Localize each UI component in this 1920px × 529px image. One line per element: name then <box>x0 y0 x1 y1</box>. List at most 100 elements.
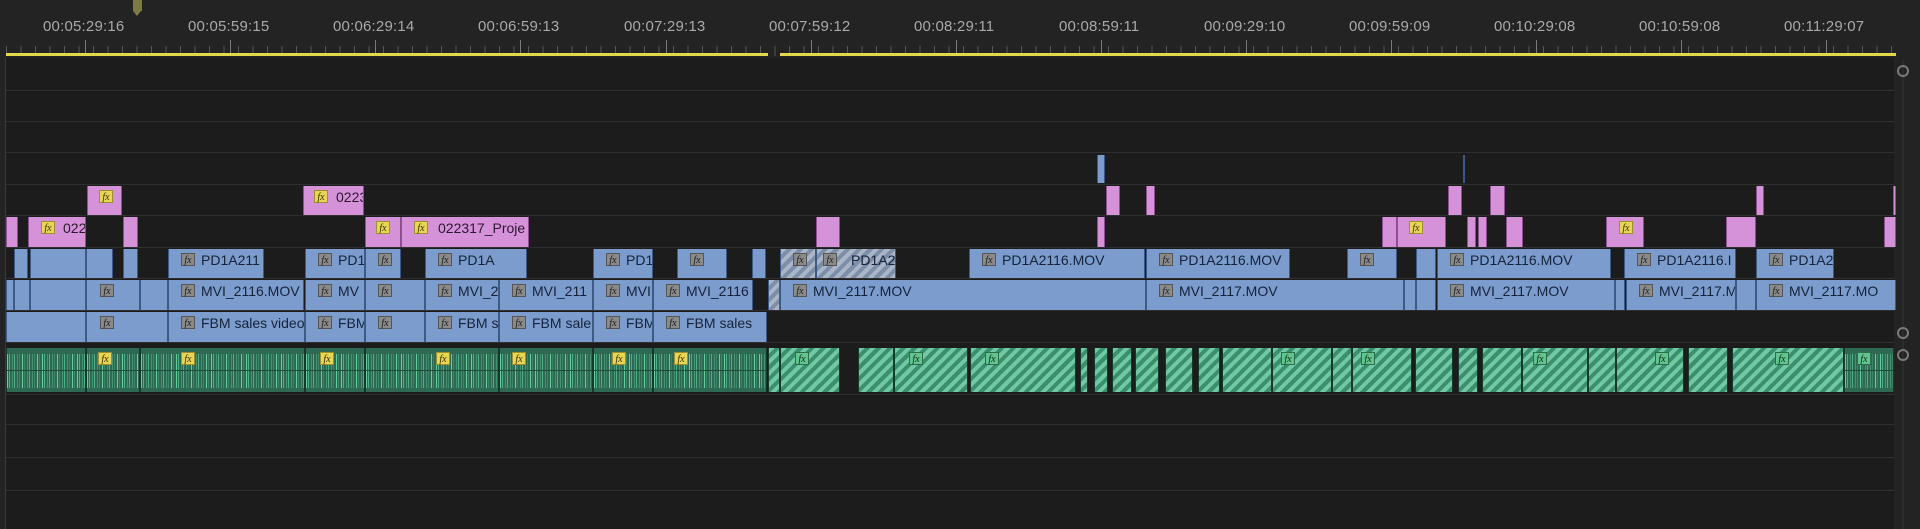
video-clip[interactable]: fx PD1A <box>425 249 527 278</box>
video-clip[interactable] <box>6 312 86 342</box>
adjustment-clip[interactable] <box>123 217 138 247</box>
audio-clip-offline[interactable] <box>1415 348 1453 392</box>
audio-clip-offline[interactable] <box>1222 348 1272 392</box>
audio-clip[interactable]: fx <box>1844 348 1894 392</box>
video-clip[interactable] <box>1736 280 1756 310</box>
video-clip[interactable]: fx FBM <box>593 312 653 342</box>
video-clip[interactable] <box>1615 280 1625 310</box>
adjustment-clip[interactable] <box>1467 217 1476 247</box>
video-clip[interactable]: fx MVI_2117.MOV <box>1437 280 1615 310</box>
video-clip[interactable]: fx <box>365 280 425 310</box>
adjustment-clip[interactable]: fx 0223 <box>303 186 364 215</box>
video-clip[interactable] <box>752 249 766 278</box>
video-clip[interactable]: fx PD1A2116.MOV <box>969 249 1145 278</box>
video-zoom-handle-bottom[interactable] <box>1897 327 1909 339</box>
video-clip[interactable]: fx <box>365 249 401 278</box>
audio-clip-offline[interactable]: fx <box>1616 348 1684 392</box>
video-clip[interactable]: fx FBM sale <box>499 312 593 342</box>
video-clip[interactable]: fx MVI_2117.MOV <box>780 280 1146 310</box>
video-clip[interactable]: fx MVI_2117.MOV <box>1146 280 1404 310</box>
adjustment-clip[interactable] <box>1490 186 1505 215</box>
video-clip[interactable]: fx <box>86 312 168 342</box>
audio-clip-offline[interactable] <box>1080 348 1088 392</box>
video-clip[interactable] <box>123 249 138 278</box>
audio-clip-offline[interactable] <box>1332 348 1352 392</box>
adjustment-clip[interactable] <box>1106 186 1120 215</box>
video-clip[interactable]: fx MVI_2117.M <box>1626 280 1736 310</box>
audio-clip-offline[interactable] <box>1688 348 1728 392</box>
audio-clip-offline[interactable]: fx <box>1522 348 1588 392</box>
video-clip[interactable]: fx MVI_2117.MO <box>1756 280 1896 310</box>
adjustment-clip[interactable] <box>1448 186 1462 215</box>
video-clip[interactable]: fx FBM <box>305 312 365 342</box>
adjustment-clip[interactable] <box>1097 217 1105 247</box>
video-clip[interactable] <box>14 249 28 278</box>
audio-clip-offline[interactable]: fx <box>970 348 1076 392</box>
audio-clip-offline[interactable]: fx <box>1272 348 1332 392</box>
adjustment-clip[interactable] <box>1884 217 1896 247</box>
audio-clip[interactable]: fx <box>140 348 305 392</box>
video-clip[interactable]: fx <box>677 249 727 278</box>
video-clip[interactable]: fx PD1A2116.MOV <box>1437 249 1611 278</box>
video-clip[interactable]: fx PD1A211 <box>168 249 264 278</box>
video-clip[interactable]: fx MVI_2 <box>425 280 499 310</box>
video-clip[interactable]: fx <box>86 280 140 310</box>
audio-clip[interactable] <box>6 348 86 392</box>
adjustment-clip[interactable] <box>1382 217 1397 247</box>
audio-clip-offline[interactable] <box>1198 348 1220 392</box>
audio-clip-offline[interactable] <box>1458 348 1478 392</box>
video-clip[interactable]: fx MVI <box>593 280 653 310</box>
video-clip[interactable] <box>140 280 168 310</box>
video-clip[interactable]: fx PD1 <box>305 249 365 278</box>
video-clip-offline[interactable]: fx <box>780 249 816 278</box>
work-area-bar[interactable] <box>6 53 768 56</box>
audio-clip-offline[interactable] <box>768 348 780 392</box>
adjustment-clip[interactable] <box>1506 217 1523 247</box>
video-clip[interactable] <box>14 280 30 310</box>
video-clip[interactable]: fx PD1A2116.MOV <box>1146 249 1290 278</box>
adjustment-clip[interactable]: fx <box>1606 217 1644 247</box>
video-clip[interactable]: fx MVI_2116 <box>653 280 753 310</box>
audio-clip[interactable]: fx <box>86 348 140 392</box>
adjustment-clip[interactable] <box>1726 217 1756 247</box>
audio-clip-offline[interactable]: fx <box>1732 348 1844 392</box>
video-clip[interactable]: fx MVI_211 <box>499 280 593 310</box>
adjustment-clip[interactable] <box>816 217 840 247</box>
audio-clip-offline[interactable] <box>1165 348 1193 392</box>
video-clip[interactable]: fx <box>365 312 425 342</box>
audio-clip-offline[interactable] <box>1135 348 1159 392</box>
adjustment-clip[interactable]: fx 022317_Proje <box>401 217 529 247</box>
vertical-scrollbar[interactable] <box>1902 60 1904 529</box>
audio-clip-offline[interactable] <box>1112 348 1132 392</box>
video-clip[interactable] <box>30 249 86 278</box>
video-clip[interactable] <box>1416 249 1436 278</box>
adjustment-clip[interactable]: fx 022 <box>28 217 86 247</box>
playhead-cap[interactable] <box>133 0 142 11</box>
adjustment-clip[interactable]: fx <box>87 186 122 215</box>
video-clip[interactable] <box>30 280 86 310</box>
video-clip[interactable]: fx FBM sales <box>653 312 767 342</box>
adjustment-clip[interactable]: fx <box>365 217 401 247</box>
adjustment-clip[interactable] <box>1756 186 1764 215</box>
audio-clip[interactable]: fx <box>653 348 767 392</box>
video-clip[interactable]: fx PD1 <box>593 249 653 278</box>
audio-clip[interactable]: fx <box>365 348 499 392</box>
adjustment-clip[interactable] <box>6 217 18 247</box>
video-clip[interactable]: fx PD1A2 <box>1756 249 1834 278</box>
video-clip[interactable] <box>1463 155 1465 183</box>
audio-clip-offline[interactable]: fx <box>780 348 840 392</box>
video-clip[interactable] <box>1097 155 1105 183</box>
video-clip[interactable]: fx FBM sales video <box>168 312 305 342</box>
video-zoom-handle-top[interactable] <box>1897 65 1909 77</box>
audio-clip-offline[interactable]: fx <box>894 348 968 392</box>
audio-clip-offline[interactable] <box>1482 348 1522 392</box>
video-clip-offline[interactable]: fx PD1A2 <box>816 249 896 278</box>
adjustment-clip[interactable]: fx <box>1397 217 1446 247</box>
video-clip[interactable]: fx PD1A2116.I <box>1624 249 1736 278</box>
audio-clip[interactable]: fx <box>593 348 653 392</box>
audio-clip-offline[interactable] <box>1094 348 1108 392</box>
adjustment-clip[interactable] <box>1146 186 1155 215</box>
video-clip[interactable]: fx FBM s <box>425 312 499 342</box>
adjustment-clip[interactable] <box>1478 217 1487 247</box>
video-clip[interactable]: fx <box>1347 249 1397 278</box>
